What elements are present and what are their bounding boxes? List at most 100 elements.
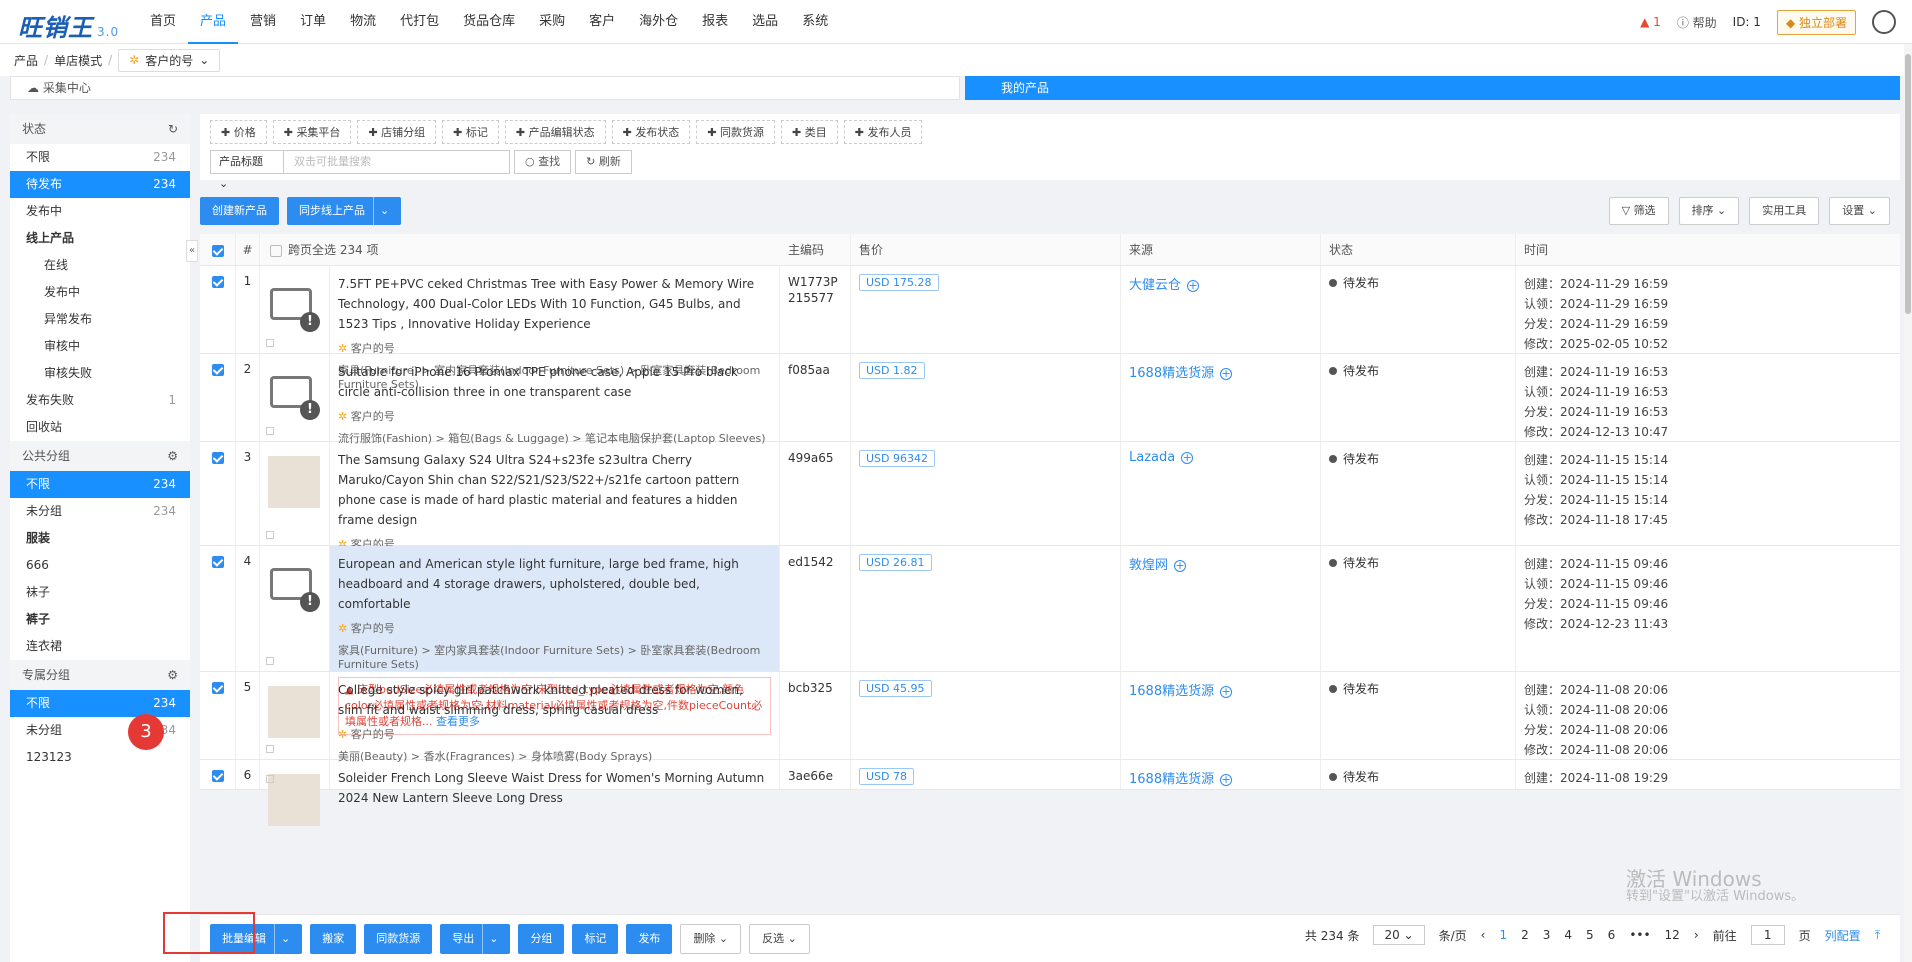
sidebar-item[interactable]: 发布中 (10, 198, 190, 225)
gear-icon[interactable]: ⚙ (167, 441, 178, 471)
sidebar-item[interactable]: 不限 234 (10, 144, 190, 171)
product-title[interactable]: Soleider French Long Sleeve Waist Dress … (338, 768, 771, 808)
sort-button[interactable]: 排序 ⌄ (1678, 197, 1740, 225)
search-input[interactable]: 双击可批量搜索 (284, 150, 510, 174)
search-field-select[interactable]: 产品标题 ⌄ (210, 150, 284, 190)
row-checkbox[interactable] (211, 681, 224, 694)
alert-icon[interactable]: ▲ 1 (1640, 15, 1661, 29)
breadcrumb-product[interactable]: 产品 (14, 52, 38, 69)
app-logo[interactable]: 旺销王 3.0 (18, 8, 119, 43)
price-tag[interactable]: USD 175.28 (859, 274, 939, 291)
add-source-icon[interactable]: + (1187, 280, 1200, 292)
sidebar-item[interactable]: 在线 (10, 252, 190, 279)
export-button[interactable]: 导出 ⌄ (440, 923, 511, 954)
filter-chip[interactable]: ✚ 产品编辑状态 (504, 120, 606, 144)
source-link[interactable]: Lazada + (1129, 450, 1194, 465)
page-number[interactable]: 6 (1608, 928, 1616, 942)
copy-icon[interactable] (266, 775, 274, 783)
price-tag[interactable]: USD 78 (859, 768, 914, 785)
table-row[interactable]: 1! 7.5FT PE+PVC ceked Christmas Tree with… (200, 266, 1900, 391)
nav-item[interactable]: 选品 (740, 0, 790, 44)
group-button[interactable]: 分组 (518, 923, 565, 954)
row-checkbox[interactable] (211, 363, 224, 376)
deploy-button[interactable]: ◆ 独立部署 (1776, 9, 1856, 35)
same-source-button[interactable]: 同款货源 (364, 923, 433, 954)
sidebar-item[interactable]: 异常发布 (10, 306, 190, 333)
tab-my-products[interactable]: 我的产品 (965, 76, 1900, 100)
invert-select-button[interactable]: 反选 ⌄ (749, 923, 810, 954)
page-number[interactable]: 1 (1499, 928, 1507, 942)
product-image-placeholder[interactable]: ! (268, 368, 320, 420)
source-link[interactable]: 1688精选货源 + (1129, 684, 1233, 699)
avatar-icon[interactable] (1872, 10, 1896, 34)
filter-chip[interactable]: ✚ 同款货源 (696, 120, 776, 144)
sidebar-item[interactable]: 裤子 (10, 606, 190, 633)
sidebar-item[interactable]: 线上产品 (10, 225, 190, 252)
cross-page-checkbox[interactable] (270, 244, 282, 257)
column-config-link[interactable]: 列配置 (1825, 927, 1861, 944)
product-image[interactable] (268, 686, 320, 738)
row-checkbox[interactable] (211, 769, 224, 782)
table-row[interactable]: 5 College style spicy girl patchwork knit… (200, 672, 1900, 763)
nav-item[interactable]: 报表 (690, 0, 740, 44)
sidebar-item[interactable]: 发布失败 1 (10, 387, 190, 414)
product-title[interactable]: European and American style light furnit… (338, 554, 771, 614)
filter-chip[interactable]: ✚ 发布状态 (611, 120, 691, 144)
sidebar-item[interactable]: 审核中 (10, 333, 190, 360)
nav-item[interactable]: 营销 (238, 0, 288, 44)
gear-icon[interactable]: ⚙ (167, 660, 178, 690)
refresh-icon[interactable]: ↻ (168, 114, 178, 144)
page-size-select[interactable]: 20 ⌄ (1373, 925, 1425, 945)
product-image[interactable] (268, 456, 320, 508)
copy-icon[interactable] (266, 427, 274, 435)
find-button[interactable]: ○ 查找 (514, 150, 572, 174)
next-page-icon[interactable]: › (1694, 928, 1699, 942)
copy-icon[interactable] (266, 339, 274, 347)
page-number[interactable]: 12 (1665, 928, 1680, 942)
goto-page-input[interactable]: 1 (1750, 925, 1785, 945)
nav-item[interactable]: 物流 (338, 0, 388, 44)
page-number[interactable]: 2 (1521, 928, 1529, 942)
create-product-button[interactable]: 创建新产品 (200, 197, 279, 225)
product-title[interactable]: College style spicy girl patchwork knitt… (338, 680, 771, 720)
add-source-icon[interactable]: + (1220, 774, 1233, 786)
select-all-checkbox[interactable] (211, 244, 224, 257)
copy-icon[interactable] (266, 745, 274, 753)
price-tag[interactable]: USD 96342 (859, 450, 935, 467)
sidebar-item[interactable]: 连衣裙 (10, 633, 190, 660)
delete-button[interactable]: 删除 ⌄ (680, 923, 742, 954)
row-checkbox[interactable] (211, 555, 224, 568)
source-link[interactable]: 1688精选货源 + (1129, 772, 1233, 787)
filter-chip[interactable]: ✚ 店铺分组 (357, 120, 437, 144)
filter-chip[interactable]: ✚ 价格 (210, 120, 267, 144)
product-image-placeholder[interactable]: ! (268, 280, 320, 332)
table-row[interactable]: 3 The Samsung Galaxy S24 Ultra S24+s23fe … (200, 442, 1900, 589)
sidebar-item[interactable]: 回收站 (10, 414, 190, 441)
source-link[interactable]: 敦煌网 + (1129, 558, 1187, 573)
add-source-icon[interactable]: + (1181, 452, 1194, 464)
publish-button[interactable]: 发布 (626, 923, 673, 954)
source-link[interactable]: 大健云仓 + (1129, 278, 1200, 293)
help-link[interactable]: ⓘ 帮助 (1677, 14, 1717, 31)
product-title[interactable]: The Samsung Galaxy S24 Ultra S24+s23fe s… (338, 450, 771, 530)
add-source-icon[interactable]: + (1220, 368, 1233, 380)
filter-chip[interactable]: ✚ 类目 (781, 120, 838, 144)
product-title[interactable]: 7.5FT PE+PVC ceked Christmas Tree with E… (338, 274, 771, 334)
page-number[interactable]: 4 (1564, 928, 1572, 942)
product-image[interactable] (268, 774, 320, 826)
table-row[interactable]: 6 Soleider French Long Sleeve Waist Dress… (200, 760, 1900, 826)
filter-chip[interactable]: ✚ 标记 (442, 120, 499, 144)
refresh-button[interactable]: ↻ 刷新 (575, 150, 632, 174)
price-tag[interactable]: USD 26.81 (859, 554, 932, 571)
page-number[interactable]: 3 (1543, 928, 1551, 942)
sidebar-item[interactable]: 审核失败 (10, 360, 190, 387)
row-checkbox[interactable] (211, 451, 224, 464)
filter-chip[interactable]: ✚ 采集平台 (272, 120, 352, 144)
nav-item[interactable]: 海外仓 (627, 0, 690, 44)
mark-button[interactable]: 标记 (572, 923, 619, 954)
sidebar-item[interactable]: 666 (10, 552, 190, 579)
sidebar-item[interactable]: 发布中 (10, 279, 190, 306)
nav-item[interactable]: 采购 (527, 0, 577, 44)
nav-item[interactable]: 客户 (577, 0, 627, 44)
source-link[interactable]: 1688精选货源 + (1129, 366, 1233, 381)
